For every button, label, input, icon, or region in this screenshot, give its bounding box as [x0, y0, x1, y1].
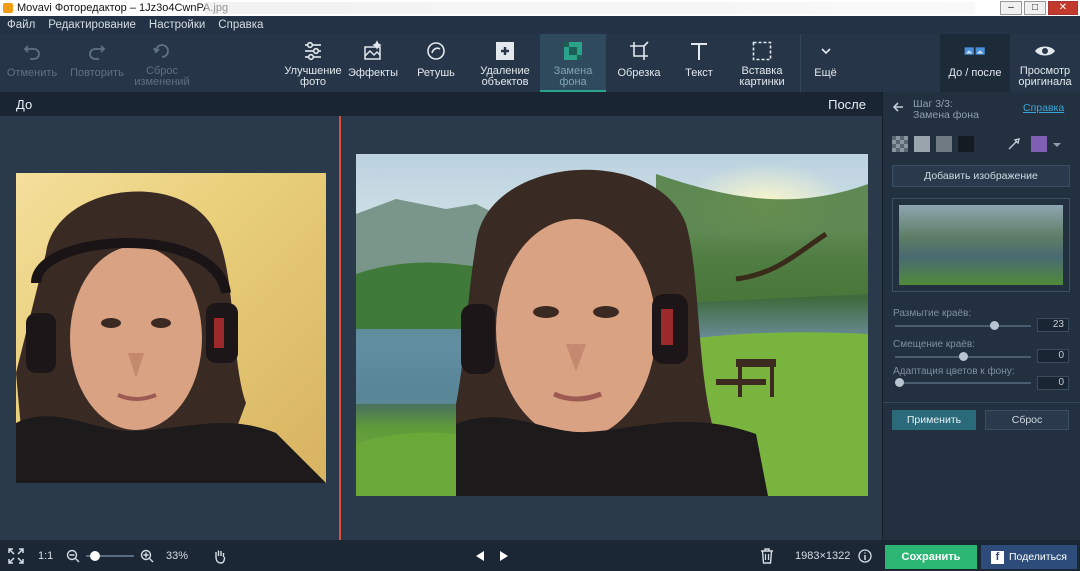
- chevron-down-icon: [815, 40, 837, 62]
- after-header: После: [340, 92, 882, 116]
- after-label: После: [828, 96, 866, 112]
- transparent-swatch[interactable]: [892, 136, 908, 152]
- actual-size-button[interactable]: 1:1: [38, 540, 53, 571]
- edge-shift-slider[interactable]: [895, 352, 1031, 361]
- maximize-button[interactable]: □: [1024, 1, 1046, 15]
- before-header: До: [0, 92, 340, 116]
- title-bar: Movavi Фоторедактор – 1Jz3o4CwnPA.jpg – …: [0, 0, 1080, 16]
- comparison-divider[interactable]: [339, 116, 341, 540]
- menu-edit[interactable]: Редактирование: [48, 19, 136, 31]
- trash-icon[interactable]: [760, 540, 774, 571]
- text-icon: [688, 40, 710, 62]
- taskbar-tabs-strip: [205, 2, 975, 14]
- background-replace-icon: [562, 40, 584, 62]
- menu-file[interactable]: Файл: [7, 19, 35, 31]
- right-panel: Шаг 3/3: Замена фона Справка Добавить из…: [882, 92, 1080, 540]
- after-photo: [356, 154, 868, 496]
- retouch-icon: [425, 40, 447, 62]
- background-thumbnail-frame[interactable]: [892, 198, 1070, 292]
- background-replace-button[interactable]: Замена фона: [540, 34, 606, 92]
- custom-color-swatch[interactable]: [1031, 136, 1047, 152]
- step-title: Замена фона: [913, 109, 979, 121]
- back-arrow-icon[interactable]: [891, 100, 905, 114]
- eyedropper-icon[interactable]: [1007, 137, 1021, 151]
- next-image-icon[interactable]: [498, 540, 510, 571]
- help-link[interactable]: Справка: [1023, 102, 1064, 114]
- insert-image-button[interactable]: Вставка картинки: [730, 34, 794, 92]
- hand-tool-icon[interactable]: [212, 540, 228, 571]
- app-logo-icon: [3, 3, 13, 13]
- before-photo: [16, 173, 326, 483]
- toolbar: Отменить Повторить Сброс изменений Улучш…: [0, 34, 1080, 92]
- text-button[interactable]: Текст: [672, 34, 726, 92]
- undo-icon: [21, 40, 43, 62]
- undo-button[interactable]: Отменить: [4, 34, 60, 92]
- enhance-photo-button[interactable]: Улучшение фото: [280, 34, 346, 92]
- image-dimensions: 1983×1322: [795, 549, 851, 562]
- window-title: Movavi Фоторедактор – 1Jz3o4CwnPA.jpg: [17, 2, 229, 14]
- panel-header: Шаг 3/3: Замена фона Справка: [883, 92, 1080, 124]
- object-removal-button[interactable]: Удаление объектов: [472, 34, 538, 92]
- menu-bar: Файл Редактирование Настройки Справка: [0, 16, 1080, 34]
- info-icon[interactable]: [858, 540, 872, 571]
- eye-icon: [1034, 40, 1056, 62]
- menu-help[interactable]: Справка: [218, 19, 263, 31]
- zoom-out-icon[interactable]: [66, 540, 80, 571]
- color-adapt-knob[interactable]: [895, 378, 904, 387]
- zoom-percent: 33%: [166, 549, 189, 562]
- more-button[interactable]: Ещё: [800, 34, 850, 92]
- preview-original-button[interactable]: Просмотр оригинала: [1012, 34, 1078, 92]
- before-after-icon: [964, 40, 986, 62]
- color-adapt-slider[interactable]: [895, 378, 1031, 387]
- edge-shift-value[interactable]: 0: [1037, 349, 1069, 363]
- effects-icon: [362, 40, 384, 62]
- chevron-down-icon[interactable]: [1051, 138, 1063, 150]
- object-removal-icon: [494, 40, 516, 62]
- add-image-button[interactable]: Добавить изображение: [892, 165, 1070, 187]
- save-button[interactable]: Сохранить: [885, 545, 977, 569]
- before-after-button[interactable]: До / после: [940, 34, 1010, 92]
- edge-blur-label: Размытие краёв:: [893, 308, 972, 319]
- crop-button[interactable]: Обрезка: [610, 34, 668, 92]
- color-adapt-label: Адаптация цветов к фону:: [893, 366, 1015, 377]
- reset-button[interactable]: Сброс: [985, 410, 1069, 430]
- menu-settings[interactable]: Настройки: [149, 19, 205, 31]
- panel-divider: [883, 402, 1080, 403]
- zoom-slider-knob[interactable]: [89, 551, 100, 561]
- fit-screen-icon[interactable]: [8, 540, 24, 571]
- minimize-button[interactable]: –: [1000, 1, 1022, 15]
- color-swatch-light[interactable]: [914, 136, 930, 152]
- zoom-slider[interactable]: [86, 551, 134, 561]
- before-label: До: [16, 96, 33, 112]
- reset-icon: [151, 40, 173, 62]
- reset-changes-button[interactable]: Сброс изменений: [132, 34, 192, 92]
- redo-button[interactable]: Повторить: [66, 34, 128, 92]
- sliders-icon: [302, 40, 324, 62]
- color-swatch-dark[interactable]: [958, 136, 974, 152]
- insert-image-icon: [751, 40, 773, 62]
- edge-blur-knob[interactable]: [990, 321, 1000, 330]
- apply-button[interactable]: Применить: [892, 410, 976, 430]
- redo-icon: [86, 40, 108, 62]
- close-button[interactable]: ✕: [1048, 1, 1078, 15]
- effects-button[interactable]: Эффекты: [346, 34, 400, 92]
- color-adapt-value[interactable]: 0: [1037, 376, 1069, 390]
- share-button[interactable]: f Поделиться: [981, 545, 1077, 569]
- retouch-button[interactable]: Ретушь: [410, 34, 462, 92]
- crop-icon: [628, 40, 650, 62]
- edge-shift-label: Смещение краёв:: [893, 339, 975, 350]
- edge-blur-value[interactable]: 23: [1037, 318, 1069, 332]
- color-swatch-mid[interactable]: [936, 136, 952, 152]
- zoom-in-icon[interactable]: [140, 540, 154, 571]
- edge-shift-knob[interactable]: [958, 352, 968, 361]
- edge-blur-slider[interactable]: [895, 321, 1031, 330]
- prev-image-icon[interactable]: [474, 540, 486, 571]
- facebook-icon: f: [991, 550, 1004, 564]
- background-thumbnail: [899, 205, 1063, 285]
